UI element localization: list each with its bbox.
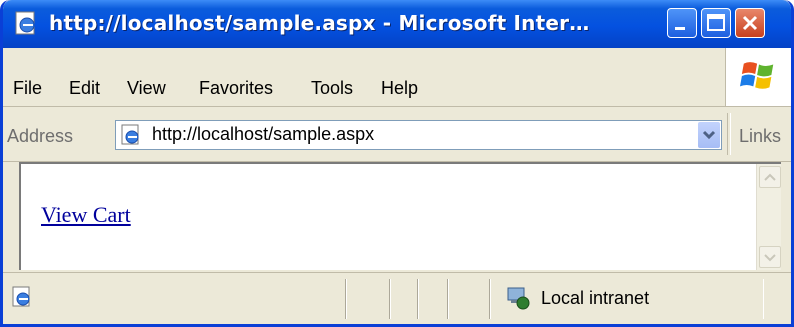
ie-page-icon [15, 11, 35, 35]
status-pane [447, 279, 449, 319]
windows-logo-icon [740, 62, 774, 89]
address-input[interactable]: http://localhost/sample.aspx [115, 120, 722, 150]
status-pane [489, 279, 491, 319]
view-cart-link[interactable]: View Cart [41, 202, 131, 228]
toolbar-separator [727, 113, 731, 155]
browser-window: http://localhost/sample.aspx - Microsoft… [0, 0, 794, 327]
status-pane [417, 279, 419, 319]
title-bar[interactable]: http://localhost/sample.aspx - Microsoft… [3, 0, 791, 48]
address-label: Address [7, 126, 74, 146]
address-value: http://localhost/sample.aspx [152, 124, 375, 144]
menu-help[interactable]: Help [381, 78, 418, 99]
ie-page-icon [121, 124, 139, 145]
window-title: http://localhost/sample.aspx - Microsoft… [49, 11, 590, 35]
address-dropdown-button[interactable] [698, 122, 720, 148]
close-button[interactable] [735, 8, 765, 38]
maximize-button[interactable] [701, 8, 731, 38]
close-icon [742, 15, 758, 31]
scroll-down-button[interactable] [759, 246, 781, 268]
menu-view[interactable]: View [127, 78, 166, 99]
page-content: View Cart [19, 162, 781, 270]
windows-logo-throbber [725, 48, 791, 106]
vertical-scrollbar[interactable] [756, 164, 781, 270]
status-pane [345, 279, 347, 319]
scroll-down-icon [764, 254, 776, 262]
security-zone-label: Local intranet [541, 288, 650, 308]
menu-tools[interactable]: Tools [311, 78, 353, 99]
menu-edit[interactable]: Edit [69, 78, 100, 99]
scroll-up-button[interactable] [759, 166, 781, 188]
menu-favorites[interactable]: Favorites [199, 78, 273, 99]
minimize-icon [675, 27, 685, 30]
menu-bar: File Edit View Favorites Tools Help [3, 48, 791, 107]
menu-file[interactable]: File [13, 78, 42, 99]
address-bar: Address http://localhost/sample.aspx Lin… [3, 107, 791, 162]
page-done-icon [12, 286, 30, 307]
scroll-up-icon [764, 173, 776, 181]
status-pane [389, 279, 391, 319]
resize-grip[interactable] [763, 279, 764, 319]
maximize-icon [707, 14, 725, 31]
links-button[interactable]: Links [739, 126, 781, 147]
minimize-button[interactable] [667, 8, 697, 38]
local-intranet-icon [507, 287, 530, 310]
status-bar: Local intranet [3, 272, 791, 324]
dropdown-arrow-icon [702, 130, 716, 140]
